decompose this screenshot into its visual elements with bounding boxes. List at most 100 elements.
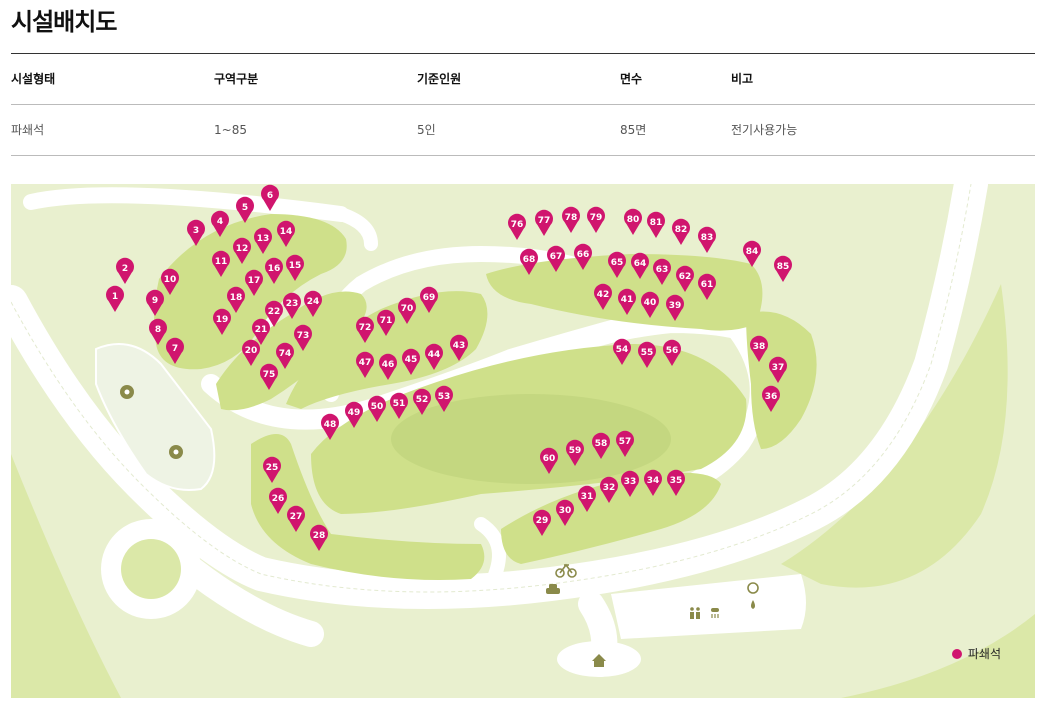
pin-label: 35 xyxy=(670,476,683,486)
pin-label: 49 xyxy=(348,408,361,418)
facility-table: 시설형태 구역구분 기준인원 면수 비고 파쇄석 1~85 5인 85면 전기사… xyxy=(11,53,1035,156)
pin-label: 23 xyxy=(286,299,299,309)
pin-label: 9 xyxy=(152,296,158,306)
pin-label: 25 xyxy=(266,463,279,473)
table-cell: 전기사용가능 xyxy=(731,123,798,137)
pin-label: 8 xyxy=(155,325,161,335)
pin-label: 7 xyxy=(172,344,178,354)
pin-label: 4 xyxy=(217,217,223,227)
pin-label: 44 xyxy=(428,350,441,360)
pin-label: 83 xyxy=(701,233,714,243)
header-cell: 구역구분 xyxy=(214,72,259,86)
page-title: 시설배치도 xyxy=(11,8,117,36)
site-map: 1 2 3 4 5 6 7 8 9 10 11 12 13 14 15 16 17 18 19 20 21 22 23 24 2… xyxy=(11,184,1035,698)
header-cell: 시설형태 xyxy=(11,72,56,86)
pin-label: 12 xyxy=(236,244,249,254)
pin-label: 18 xyxy=(230,293,243,303)
legend-label: 파쇄석 xyxy=(967,647,1001,661)
pin-label: 67 xyxy=(550,252,563,262)
pin-label: 69 xyxy=(423,293,436,303)
pin-label: 1 xyxy=(112,292,118,302)
pin-label: 54 xyxy=(616,345,629,355)
pin-label: 82 xyxy=(675,225,688,235)
pin-label: 46 xyxy=(382,360,395,370)
pin-label: 41 xyxy=(621,295,634,305)
pin-label: 70 xyxy=(401,304,414,314)
pin-label: 16 xyxy=(268,264,281,274)
pin-label: 39 xyxy=(669,301,682,311)
pin-label: 13 xyxy=(257,234,270,244)
pin-label: 50 xyxy=(371,402,384,412)
pin-label: 29 xyxy=(536,516,549,526)
pin-label: 6 xyxy=(267,191,273,201)
header-cell: 면수 xyxy=(620,72,643,86)
pin-label: 85 xyxy=(777,262,790,272)
pin-label: 65 xyxy=(611,258,624,268)
pin-label: 52 xyxy=(416,395,429,405)
pin-label: 59 xyxy=(569,446,582,456)
pin-label: 73 xyxy=(297,331,310,341)
table-cell: 5인 xyxy=(417,123,436,137)
pin-label: 20 xyxy=(245,346,258,356)
pin-label: 42 xyxy=(597,290,610,300)
pin-label: 77 xyxy=(538,216,551,226)
pin-label: 17 xyxy=(248,276,261,286)
pin-label: 79 xyxy=(590,213,603,223)
table-cell: 파쇄석 xyxy=(11,123,45,137)
pin-label: 43 xyxy=(453,341,466,351)
pin-label: 57 xyxy=(619,437,632,447)
soccer-icon xyxy=(169,445,183,459)
pin-label: 45 xyxy=(405,355,418,365)
legend-marker xyxy=(951,648,962,659)
pin-label: 26 xyxy=(272,494,285,504)
pin-label: 15 xyxy=(289,261,302,271)
pin-label: 31 xyxy=(581,492,594,502)
pin-label: 47 xyxy=(359,358,372,368)
pin-label: 37 xyxy=(772,363,785,373)
pin-label: 63 xyxy=(656,265,669,275)
site-map-canvas: 1234567891011121314151617181920212223 242… xyxy=(11,184,1035,698)
pin-label: 81 xyxy=(650,218,663,228)
pin-label: 28 xyxy=(313,531,326,541)
pin-label: 64 xyxy=(634,259,647,269)
pin-label: 10 xyxy=(164,275,177,285)
pin-label: 78 xyxy=(565,213,578,223)
pin-label: 40 xyxy=(644,298,657,308)
pin-label: 55 xyxy=(641,348,654,358)
pin-label: 74 xyxy=(279,349,292,359)
pin-label: 61 xyxy=(701,280,714,290)
pin-label: 22 xyxy=(268,307,281,317)
pin-label: 27 xyxy=(290,512,303,522)
pin-label: 56 xyxy=(666,346,679,356)
pin-label: 11 xyxy=(215,257,228,267)
header-cell: 기준인원 xyxy=(417,72,462,86)
pin-label: 51 xyxy=(393,399,406,409)
pin-label: 33 xyxy=(624,477,637,487)
pin-label: 68 xyxy=(523,255,536,265)
pin-label: 5 xyxy=(242,203,248,213)
pin-label: 21 xyxy=(255,325,268,335)
pin-label: 38 xyxy=(753,342,766,352)
pin-label: 66 xyxy=(577,250,590,260)
pin-label: 71 xyxy=(380,316,393,326)
pin-label: 62 xyxy=(679,272,692,282)
roundabout-island xyxy=(121,539,181,599)
pin-label: 30 xyxy=(559,506,572,516)
pin-label: 36 xyxy=(765,392,778,402)
pin-label: 76 xyxy=(511,220,524,230)
header-cell: 비고 xyxy=(731,72,754,86)
pin-label: 60 xyxy=(543,454,556,464)
pin-label: 58 xyxy=(595,439,608,449)
soccer-icon xyxy=(120,385,134,399)
pin-label: 72 xyxy=(359,323,372,333)
pin-label: 84 xyxy=(746,247,759,257)
pin-label: 34 xyxy=(647,476,660,486)
pin-label: 2 xyxy=(122,264,128,274)
table-cell: 1~85 xyxy=(214,123,247,137)
pin-label: 19 xyxy=(216,315,229,325)
pin-label: 80 xyxy=(627,215,640,225)
map-legend: 파쇄석 xyxy=(951,645,1001,662)
pin-label: 75 xyxy=(263,370,276,380)
pin-label: 32 xyxy=(603,483,616,493)
pin-label: 24 xyxy=(307,297,320,307)
